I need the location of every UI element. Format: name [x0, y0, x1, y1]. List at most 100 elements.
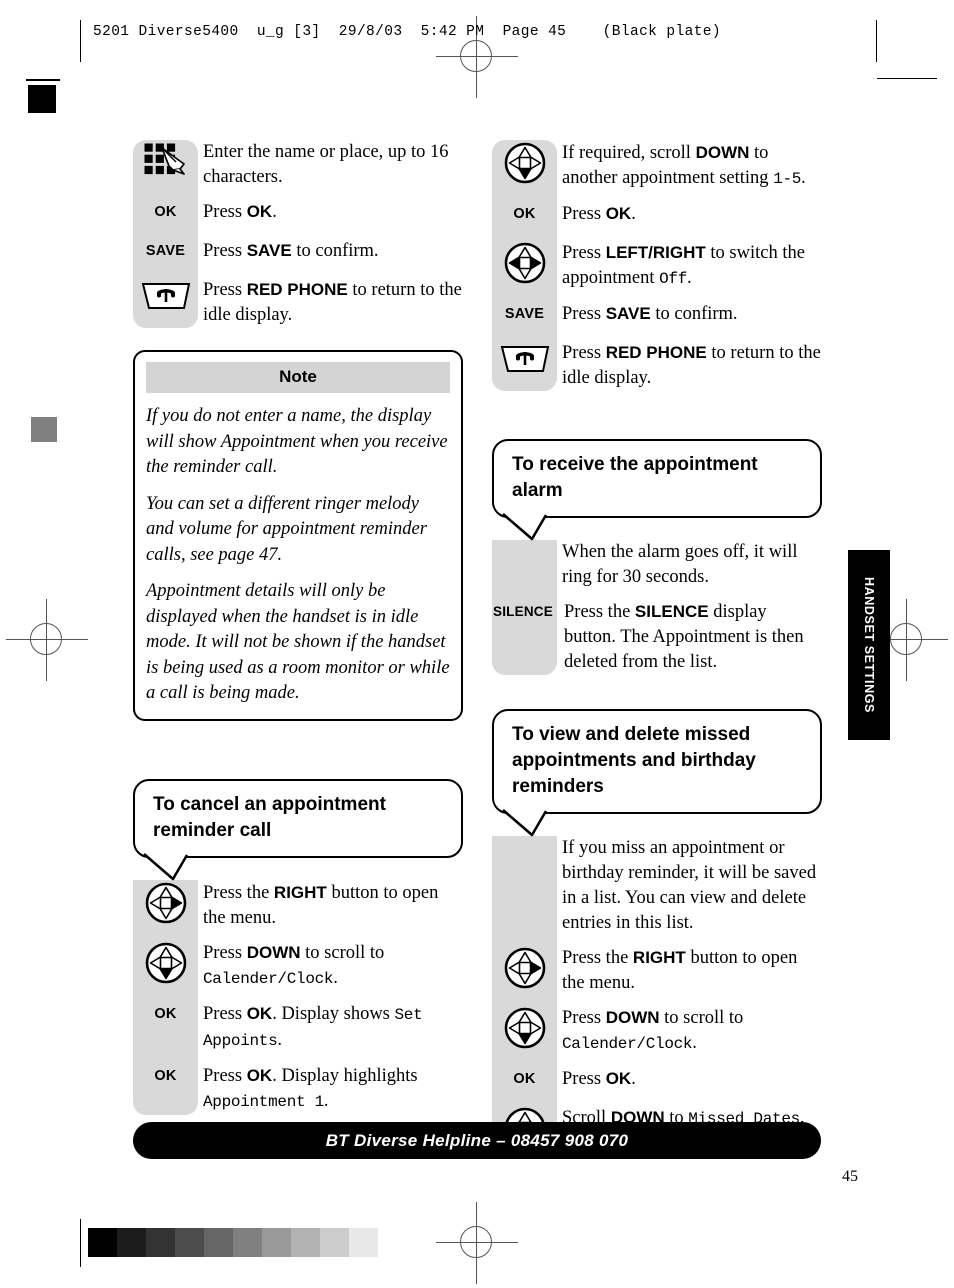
note-title: Note: [146, 362, 450, 393]
trim-mark-right-horizontal: [877, 78, 937, 79]
section-heading-text: To receive the appointment alarm: [512, 454, 758, 501]
step-instruction-text: Press DOWN to scroll to Calender/Clock.: [562, 1008, 744, 1053]
step-key-label: OK: [154, 204, 177, 220]
step-instruction-text: Press SAVE to confirm.: [203, 241, 379, 261]
red-phone-icon: [492, 340, 557, 376]
print-header-text: 5201 Diverse5400 u_g [3] 29/8/03 5:42 PM…: [93, 24, 721, 40]
registration-crosshair-bottom: [436, 1202, 518, 1284]
page-number: 45: [842, 1168, 858, 1185]
instruction-step: OK Press OK.: [492, 1066, 822, 1096]
dpad-down-icon: [133, 940, 198, 984]
dpad-leftright-icon: [492, 240, 557, 284]
grayscale-calibration-strip: [88, 1228, 378, 1257]
grayscale-swatch: [117, 1228, 146, 1257]
section-heading-bubble: To receive the appointment alarm: [492, 439, 822, 541]
grayscale-swatch: [175, 1228, 204, 1257]
step-instruction-text: Press LEFT/RIGHT to switch the appointme…: [562, 243, 805, 288]
dpad-down-icon: [492, 1005, 557, 1049]
red-phone-icon: [133, 277, 198, 313]
instruction-step: SAVE Press SAVE to confirm.: [133, 238, 463, 268]
instruction-step: OK Press OK. Display shows Set Appoints.: [133, 1001, 463, 1054]
note-paragraph: If you do not enter a name, the display …: [146, 406, 448, 477]
bubble-tail-icon: [143, 852, 221, 880]
registration-rule: [26, 79, 60, 81]
note-box: Note If you do not enter a name, the dis…: [133, 350, 463, 721]
instruction-step: Enter the name or place, up to 16 charac…: [133, 140, 463, 190]
section-receive-alarm: To receive the appointment alarm When th…: [492, 439, 822, 675]
section-missed-appointments: To view and delete missed appointments a…: [492, 709, 822, 1149]
section-cancel-appointment: To cancel an appointment reminder call P…: [133, 778, 463, 1115]
step-instruction-text: Press RED PHONE to return to the idle di…: [203, 280, 462, 325]
step-instruction-text: Press RED PHONE to return to the idle di…: [562, 343, 821, 388]
note-paragraph: Appointment details will only be display…: [146, 581, 450, 703]
step-key-label: SAVE: [145, 243, 186, 259]
step-key-label: OK: [154, 1067, 177, 1084]
step-instruction-text: Press SAVE to confirm.: [562, 304, 738, 324]
grayscale-swatch: [204, 1228, 233, 1257]
side-tab-handset-settings: HANDSET SETTINGS: [848, 550, 890, 740]
step-instruction-text: Press OK. Display highlights Appointment…: [203, 1065, 418, 1111]
side-tab-label: HANDSET SETTINGS: [862, 577, 876, 713]
step-instruction-text: Press the SILENCE display button. The Ap…: [564, 602, 804, 672]
step-instruction-text: When the alarm goes off, it will ring fo…: [562, 542, 798, 587]
step-instruction-text: Press the RIGHT button to open the menu.: [203, 882, 439, 928]
section-heading-text: To view and delete missed appointments a…: [512, 724, 756, 797]
footer-helpline-text: BT Diverse Helpline – 08457 908 070: [325, 1130, 629, 1150]
trim-mark-right: [876, 20, 877, 62]
step-instruction-text: If you miss an appointment or birthday r…: [562, 838, 817, 933]
instruction-step: Press DOWN to scroll to Calender/Clock.: [492, 1005, 822, 1057]
instruction-step: When the alarm goes off, it will ring fo…: [492, 540, 822, 590]
right-column: If required, scroll DOWN to another appo…: [492, 140, 822, 1149]
instruction-step: Press LEFT/RIGHT to switch the appointme…: [492, 240, 822, 292]
step-instruction-text: Press OK.: [203, 202, 277, 222]
instruction-step: OK Press OK.: [492, 201, 822, 231]
bubble-tail-icon: [502, 513, 580, 541]
step-instruction-text: Press DOWN to scroll to Calender/Clock.: [203, 942, 385, 988]
step-instruction-text: If required, scroll DOWN to another appo…: [562, 143, 806, 188]
instruction-step: OK Press OK.: [133, 199, 463, 229]
section-heading-bubble: To cancel an appointment reminder call: [133, 778, 463, 880]
section-heading-bubble: To view and delete missed appointments a…: [492, 709, 822, 837]
step-key-label: OK: [513, 1071, 536, 1087]
note-paragraph: You can set a different ringer melody an…: [146, 493, 427, 565]
instruction-step: SILENCE Press the SILENCE display button.…: [492, 599, 822, 675]
step-instruction-text: Press OK. Display shows Set Appoints.: [203, 1003, 423, 1050]
step-instruction-text: Press the RIGHT button to open the menu.: [562, 948, 798, 993]
dpad-down-icon: [492, 140, 557, 184]
step-instruction-text: Press OK.: [562, 1069, 636, 1089]
step-instruction-text: Enter the name or place, up to 16 charac…: [203, 142, 449, 187]
instruction-step: OK Press OK. Display highlights Appointme…: [133, 1063, 463, 1115]
instruction-step: Press the RIGHT button to open the menu.: [492, 945, 822, 996]
step-key-label: OK: [154, 1005, 177, 1022]
grayscale-swatch: [146, 1228, 175, 1257]
instruction-step: Press RED PHONE to return to the idle di…: [492, 340, 822, 391]
step-key-label: OK: [513, 206, 536, 222]
instruction-step: Press the RIGHT button to open the menu.: [133, 880, 463, 931]
step-key-label: SAVE: [504, 306, 545, 322]
grayscale-swatch: [320, 1228, 349, 1257]
registration-crosshair-left: [6, 599, 88, 681]
registration-square-gray: [31, 417, 57, 442]
keypad-icon: [133, 140, 198, 182]
strip-rule: [80, 1219, 81, 1267]
bubble-tail-icon: [502, 809, 580, 837]
grayscale-swatch: [349, 1228, 378, 1257]
instruction-step: Press DOWN to scroll to Calender/Clock.: [133, 940, 463, 992]
grayscale-swatch: [88, 1228, 117, 1257]
instruction-step: SAVE Press SAVE to confirm.: [492, 301, 822, 331]
right-steps-top: If required, scroll DOWN to another appo…: [492, 140, 822, 391]
section-heading-text: To cancel an appointment reminder call: [153, 793, 386, 841]
instruction-step: Press RED PHONE to return to the idle di…: [133, 277, 463, 328]
registration-square-black: [28, 85, 56, 113]
left-steps-cancel: Press the RIGHT button to open the menu.…: [133, 879, 463, 1115]
grayscale-swatch: [262, 1228, 291, 1257]
trim-mark-left: [80, 20, 81, 62]
step-instruction-text: Press OK.: [562, 204, 636, 224]
dpad-right-icon: [492, 945, 557, 989]
grayscale-swatch: [233, 1228, 262, 1257]
instruction-step: If you miss an appointment or birthday r…: [492, 836, 822, 936]
footer-helpline-banner: BT Diverse Helpline – 08457 908 070: [133, 1122, 821, 1159]
right-steps-missed: If you miss an appointment or birthday r…: [492, 836, 822, 1149]
dpad-right-icon: [133, 880, 198, 924]
step-key-label: SILENCE: [493, 604, 553, 619]
